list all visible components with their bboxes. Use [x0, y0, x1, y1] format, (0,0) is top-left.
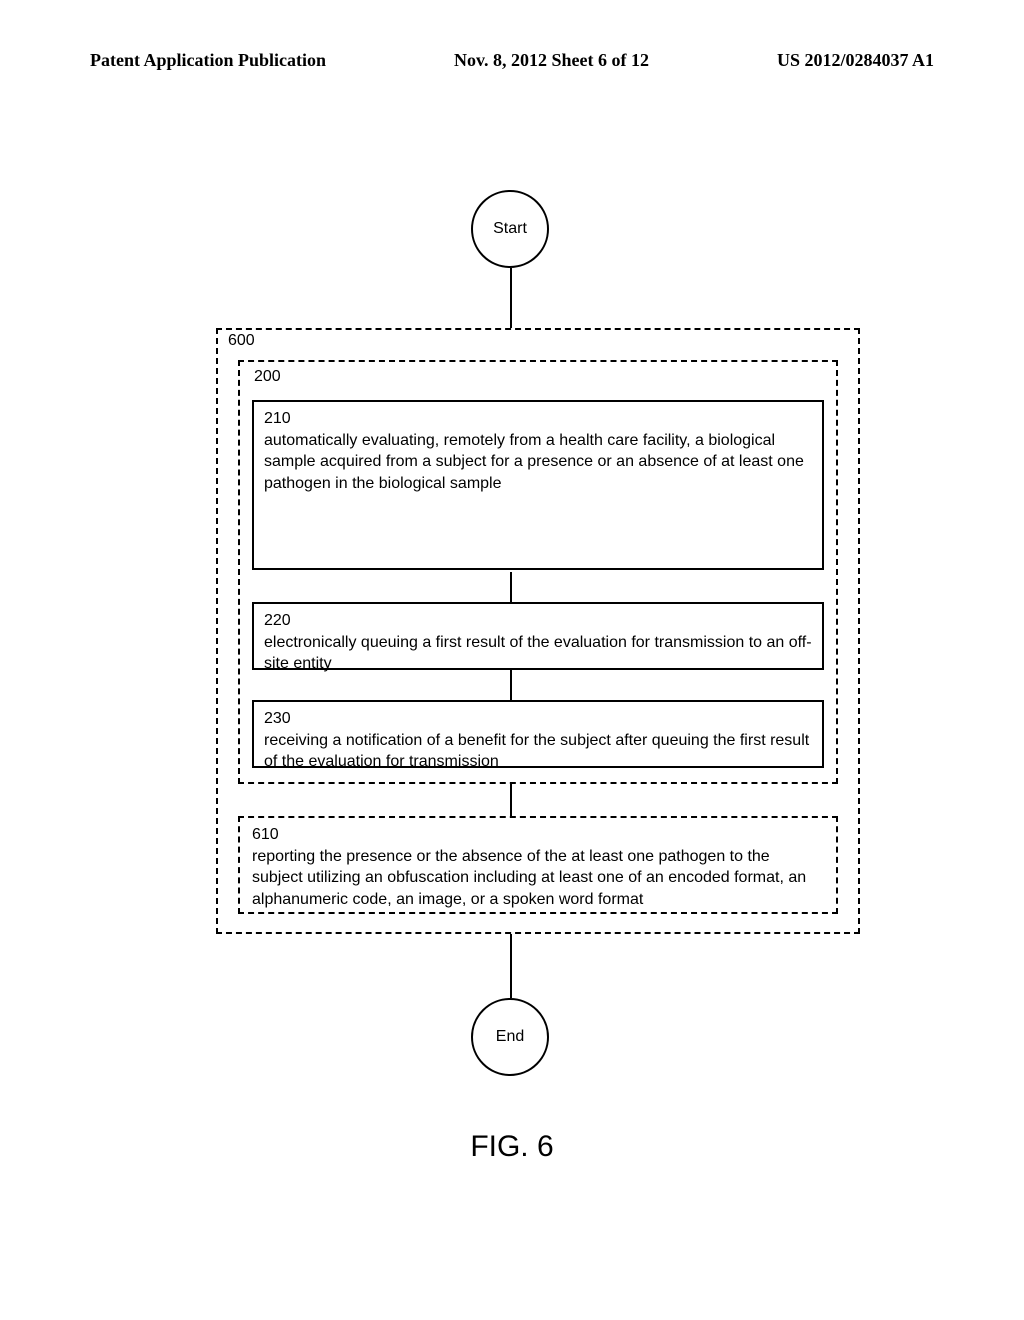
- header-date-sheet: Nov. 8, 2012 Sheet 6 of 12: [454, 50, 649, 71]
- flowchart-step-220-text: electronically queuing a first result of…: [264, 634, 812, 673]
- flowchart-start-label: Start: [493, 220, 527, 238]
- flowchart-step-210-num: 210: [264, 408, 812, 430]
- flowchart-group-600-ref: 600: [228, 332, 255, 350]
- flowchart-step-610: 610 reporting the presence or the absenc…: [238, 816, 838, 914]
- flowchart-group-200-ref: 200: [254, 368, 281, 386]
- flowchart-step-230-text: receiving a notification of a benefit fo…: [264, 732, 809, 771]
- figure-caption: FIG. 6: [0, 1130, 1024, 1164]
- flowchart-start-node: Start: [471, 190, 549, 268]
- flowchart-step-210-text: automatically evaluating, remotely from …: [264, 432, 804, 492]
- flowchart-step-230-num: 230: [264, 708, 812, 730]
- page-header: Patent Application Publication Nov. 8, 2…: [0, 50, 1024, 71]
- header-publication-number: US 2012/0284037 A1: [777, 50, 934, 71]
- flowchart-step-220: 220 electronically queuing a first resul…: [252, 602, 824, 670]
- flowchart-connector: [510, 934, 512, 998]
- flowchart-connector: [510, 572, 512, 602]
- flowchart-connector: [510, 268, 512, 328]
- flowchart-connector: [510, 670, 512, 700]
- flowchart-step-610-text: reporting the presence or the absence of…: [252, 848, 806, 908]
- flowchart: Start 600 200 210 automatically evaluati…: [140, 190, 880, 1110]
- header-publication-type: Patent Application Publication: [90, 50, 326, 71]
- flowchart-end-label: End: [496, 1028, 524, 1046]
- flowchart-step-220-num: 220: [264, 610, 812, 632]
- flowchart-step-610-num: 610: [252, 824, 824, 846]
- flowchart-end-node: End: [471, 998, 549, 1076]
- flowchart-step-210: 210 automatically evaluating, remotely f…: [252, 400, 824, 570]
- flowchart-step-230: 230 receiving a notification of a benefi…: [252, 700, 824, 768]
- flowchart-connector: [510, 784, 512, 816]
